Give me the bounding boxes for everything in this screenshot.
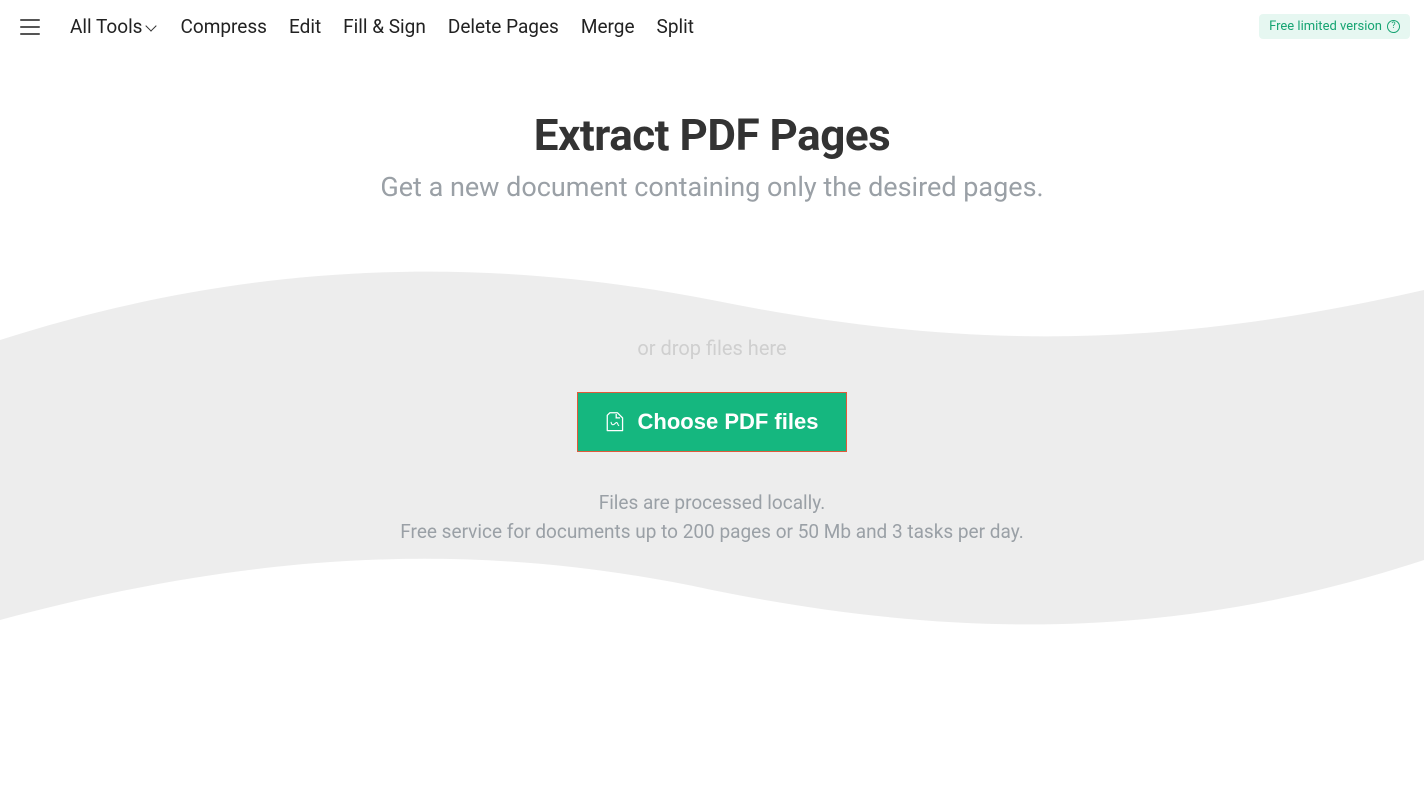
page-title: Extract PDF Pages xyxy=(0,109,1424,161)
nav-delete-pages[interactable]: Delete Pages xyxy=(448,15,559,38)
nav-compress[interactable]: Compress xyxy=(181,15,267,38)
nav-fill-sign[interactable]: Fill & Sign xyxy=(343,15,426,38)
nav-merge[interactable]: Merge xyxy=(581,15,635,38)
drop-area[interactable]: or drop files here Choose PDF files File… xyxy=(0,240,1424,547)
info-line-1: Files are processed locally. xyxy=(0,488,1424,517)
nav-split[interactable]: Split xyxy=(657,15,694,38)
chevron-down-icon xyxy=(147,22,159,34)
choose-files-label: Choose PDF files xyxy=(638,409,819,435)
drop-zone-section: or drop files here Choose PDF files File… xyxy=(0,240,1424,800)
hamburger-icon[interactable] xyxy=(20,19,40,35)
page-subtitle: Get a new document containing only the d… xyxy=(0,171,1424,203)
choose-files-button[interactable]: Choose PDF files xyxy=(577,392,848,452)
drop-hint-text: or drop files here xyxy=(0,336,1424,360)
nav-all-tools-label: All Tools xyxy=(70,15,143,38)
info-text: Files are processed locally. Free servic… xyxy=(0,488,1424,547)
top-nav: All Tools Compress Edit Fill & Sign Dele… xyxy=(0,0,1424,53)
hero-section: Extract PDF Pages Get a new document con… xyxy=(0,53,1424,203)
pdf-file-icon xyxy=(606,411,624,433)
nav-left: All Tools Compress Edit Fill & Sign Dele… xyxy=(20,15,694,38)
info-line-2: Free service for documents up to 200 pag… xyxy=(0,517,1424,546)
nav-edit[interactable]: Edit xyxy=(289,15,321,38)
nav-all-tools[interactable]: All Tools xyxy=(70,15,159,38)
help-icon xyxy=(1387,20,1400,33)
badge-label: Free limited version xyxy=(1269,19,1382,34)
free-version-badge[interactable]: Free limited version xyxy=(1259,14,1410,39)
